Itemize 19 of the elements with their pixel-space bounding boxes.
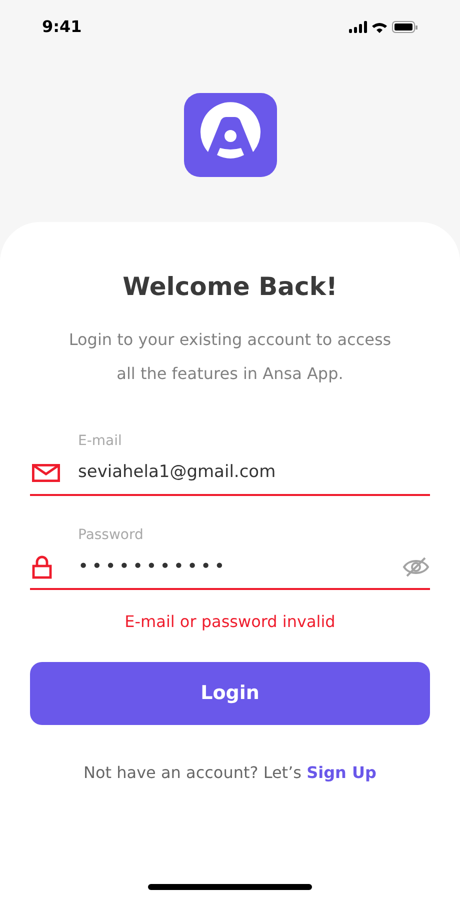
field-label: Password — [77, 526, 144, 544]
welcome-title: Welcome Back! — [122, 271, 338, 303]
signal-icon — [349, 20, 367, 32]
sign-up-link[interactable]: Sign Up — [306, 762, 376, 782]
input-field[interactable]: ••••••••••• — [30, 546, 430, 590]
input-field[interactable]: seviahela1@gmail.com — [30, 452, 430, 496]
field-value: ••••••••••• — [78, 555, 229, 579]
eye-off-icon[interactable] — [402, 556, 430, 578]
wifi-icon — [372, 20, 387, 32]
error-message: E-mail or password invalid — [124, 610, 336, 632]
field-label: E-mail — [77, 432, 123, 450]
subtitle-text: Login to your existing account to access all the features in Ansa App. — [68, 328, 392, 384]
login-button[interactable]: Login — [30, 662, 430, 724]
lock-icon — [32, 554, 52, 578]
status-time: 9:41 — [42, 16, 82, 38]
field-value: seviahela1@gmail.com — [78, 460, 277, 484]
battery-icon — [392, 20, 418, 32]
signup-prompt: Not have an account? Let’s — [84, 762, 302, 782]
mail-icon — [32, 464, 60, 482]
